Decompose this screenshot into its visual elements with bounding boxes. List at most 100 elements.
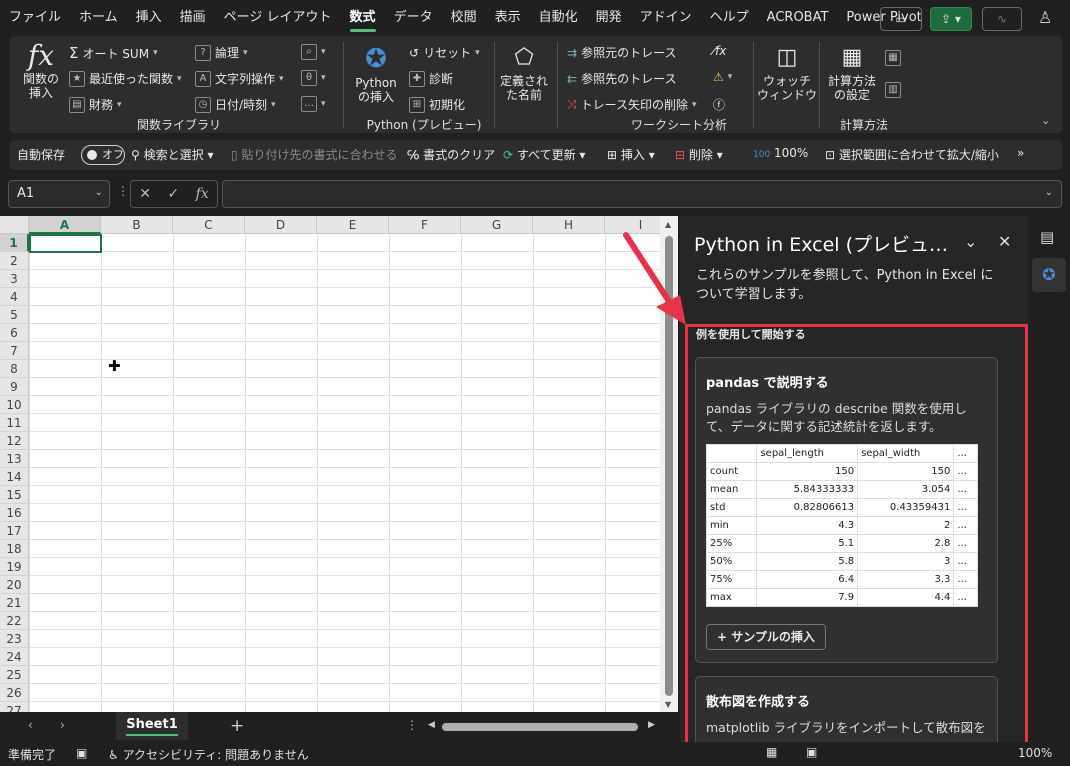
more-commands-icon[interactable]: » — [1017, 146, 1024, 160]
menu-tab-7[interactable]: 校閲 — [442, 0, 486, 36]
collapse-ribbon-icon[interactable]: ⌄ — [1041, 114, 1050, 127]
clear-format-button[interactable]: ℅ 書式のクリア — [407, 146, 495, 163]
row-header-11[interactable]: 11 — [0, 414, 29, 432]
row-header-26[interactable]: 26 — [0, 684, 29, 702]
trace-dependents-button[interactable]: ⇇ 参照先のトレース — [567, 70, 676, 87]
defined-names-button[interactable]: ⬠ 定義され た名前 — [497, 42, 551, 102]
row-header-7[interactable]: 7 — [0, 342, 29, 360]
python-insert-button[interactable]: ✪ Python の挿入 — [351, 42, 401, 104]
close-icon[interactable]: ✕ — [998, 232, 1011, 251]
menu-tab-1[interactable]: ホーム — [70, 0, 127, 36]
zoom-100-button[interactable]: 100 100% — [753, 146, 808, 160]
row-header-20[interactable]: 20 — [0, 576, 29, 594]
text-button[interactable]: A 文字列操作 ▾ — [195, 70, 284, 87]
row-header-16[interactable]: 16 — [0, 504, 29, 522]
column-header-a[interactable]: A — [29, 216, 101, 234]
financial-button[interactable]: ▤ 財務 ▾ — [69, 96, 122, 113]
prev-sheet-icon[interactable]: ‹ — [28, 718, 33, 732]
cancel-icon[interactable]: ✕ — [139, 186, 151, 202]
sheet-tab-sheet1[interactable]: Sheet1 — [116, 712, 188, 740]
row-header-12[interactable]: 12 — [0, 432, 29, 450]
zoom-selection-button[interactable]: ⊡ 選択範囲に合わせて拡大/縮小 — [825, 146, 999, 163]
delete-cells-button[interactable]: ⊟ 削除 ▾ — [675, 146, 723, 163]
share-button[interactable]: ⇪ ▾ — [930, 7, 972, 31]
calc-sheet-button[interactable]: ▥ — [885, 82, 901, 98]
row-header-27[interactable]: 27 — [0, 702, 29, 712]
datetime-button[interactable]: ◷ 日付/時刻 ▾ — [195, 96, 276, 113]
row-header-3[interactable]: 3 — [0, 270, 29, 288]
menu-tab-6[interactable]: データ — [385, 0, 442, 36]
page-layout-view-icon[interactable]: ▣ — [806, 745, 817, 759]
row-header-13[interactable]: 13 — [0, 450, 29, 468]
expand-formula-icon[interactable]: ⌄ — [1045, 187, 1053, 198]
diagnose-button[interactable]: ✚ 診断 — [409, 70, 453, 87]
column-header-f[interactable]: F — [389, 216, 461, 234]
copilot-button[interactable]: ∿ — [982, 7, 1022, 31]
scroll-down-icon[interactable]: ▼ — [665, 700, 671, 709]
recent-functions-button[interactable]: ★ 最近使った関数 ▾ — [69, 70, 182, 87]
insert-cells-button[interactable]: ⊞ 挿入 ▾ — [607, 146, 655, 163]
calc-now-button[interactable]: ▦ — [885, 50, 901, 66]
column-header-g[interactable]: G — [461, 216, 533, 234]
row-header-24[interactable]: 24 — [0, 648, 29, 666]
autosave-toggle[interactable]: オフ — [81, 145, 125, 165]
show-formulas-button[interactable]: ⁄fx — [713, 44, 726, 58]
row-header-17[interactable]: 17 — [0, 522, 29, 540]
menu-tab-8[interactable]: 表示 — [486, 0, 530, 36]
column-header-h[interactable]: H — [533, 216, 605, 234]
confirm-icon[interactable]: ✓ — [167, 186, 179, 202]
column-header-c[interactable]: C — [173, 216, 245, 234]
zoom-level[interactable]: 100% — [1018, 746, 1052, 760]
remove-arrows-button[interactable]: ⤨ トレース矢印の削除 ▾ — [567, 96, 697, 113]
row-header-6[interactable]: 6 — [0, 324, 29, 342]
row-header-14[interactable]: 14 — [0, 468, 29, 486]
insert-function-button[interactable]: fx 関数の 挿入 — [19, 40, 63, 101]
column-header-e[interactable]: E — [317, 216, 389, 234]
row-header-5[interactable]: 5 — [0, 306, 29, 324]
scroll-right-icon[interactable]: ▶ — [648, 720, 655, 730]
scroll-left-icon[interactable]: ◀ — [428, 720, 435, 730]
insert-function-icon[interactable]: fx — [196, 186, 209, 202]
row-header-1[interactable]: 1 — [0, 234, 29, 252]
row-header-8[interactable]: 8 — [0, 360, 29, 378]
accessibility-button[interactable]: ♿ アクセシビリティ: 問題ありません — [108, 746, 309, 763]
row-header-18[interactable]: 18 — [0, 540, 29, 558]
watch-window-button[interactable]: ◫ ウォッチ ウィンドウ — [757, 42, 817, 102]
menu-tab-5[interactable]: 数式 — [341, 0, 385, 36]
name-box[interactable]: A1 ⌄ — [8, 180, 110, 208]
python-pane-icon[interactable]: ✪ — [1032, 258, 1066, 292]
trace-precedents-button[interactable]: ⇉ 参照元のトレース — [567, 44, 676, 61]
row-header-25[interactable]: 25 — [0, 666, 29, 684]
worksheet-grid[interactable]: ABCDEFGHI 1 2 3 4 5 6 7 8 9 10 11 12 13 14 15 16 17 18 19 2… — [0, 216, 660, 712]
autosum-button[interactable]: Σ オート SUM ▾ — [69, 44, 158, 62]
horizontal-scrollbar[interactable]: ◀ ▶ — [428, 720, 660, 734]
menu-tab-13[interactable]: ACROBAT — [758, 0, 838, 36]
lookup-button[interactable]: ⌕ ▾ — [301, 44, 326, 60]
more-functions-button[interactable]: … ▾ — [301, 96, 326, 112]
menu-tab-0[interactable]: ファイル — [0, 0, 70, 36]
search-select-button[interactable]: ⚲ 検索と選択 ▾ — [131, 146, 213, 163]
normal-view-icon[interactable]: ▦ — [766, 745, 777, 759]
pane-options-chevron-icon[interactable]: ⌄ — [964, 232, 977, 251]
next-sheet-icon[interactable]: › — [60, 718, 65, 732]
menu-tab-11[interactable]: アドイン — [631, 0, 701, 36]
paste-format-button[interactable]: ▯ 貼り付け先の書式に合わせる — [231, 146, 397, 163]
menu-tab-2[interactable]: 挿入 — [127, 0, 171, 36]
row-header-21[interactable]: 21 — [0, 594, 29, 612]
evaluate-formula-button[interactable]: ⓕ — [713, 96, 725, 113]
reset-button[interactable]: ↺ リセット ▾ — [409, 44, 480, 61]
row-header-22[interactable]: 22 — [0, 612, 29, 630]
add-sheet-button[interactable]: + — [230, 716, 244, 736]
menu-tab-12[interactable]: ヘルプ — [701, 0, 758, 36]
tab-split-grip-icon[interactable]: ⋮ — [406, 718, 418, 732]
cell-area[interactable] — [29, 234, 660, 712]
row-header-15[interactable]: 15 — [0, 486, 29, 504]
menu-tab-3[interactable]: 描画 — [171, 0, 215, 36]
row-header-2[interactable]: 2 — [0, 252, 29, 270]
row-header-4[interactable]: 4 — [0, 288, 29, 306]
task-pane-icon[interactable]: ▤ — [1040, 228, 1054, 246]
menu-tab-9[interactable]: 自動化 — [530, 0, 587, 36]
math-button[interactable]: θ ▾ — [301, 70, 326, 86]
refresh-all-button[interactable]: ⟳ すべて更新 ▾ — [503, 146, 585, 163]
column-header-d[interactable]: D — [245, 216, 317, 234]
